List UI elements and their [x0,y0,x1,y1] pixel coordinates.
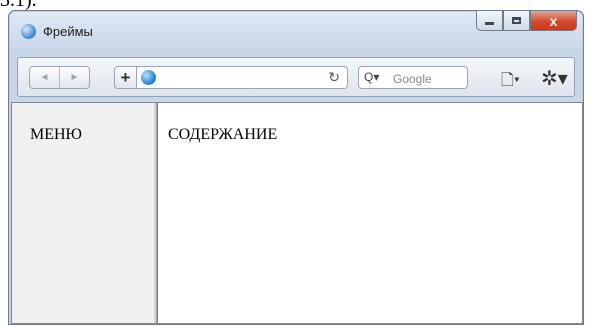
title-bar[interactable]: Фреймы x [9,11,583,51]
browser-toolbar: ◄ ► + ↻ Q▾ 🗋▾ ✲▾ [17,57,575,97]
close-button[interactable]: x [530,11,577,31]
add-bookmark-button[interactable]: + [114,66,137,89]
back-arrow-icon: ◄ [39,72,50,83]
globe-icon [141,70,156,85]
forward-button[interactable]: ► [59,67,89,88]
window-title: Фреймы [43,24,93,39]
menu-frame: МЕНЮ [12,103,152,323]
page-content: МЕНЮ СОДЕРЖАНИЕ [11,102,583,324]
back-button[interactable]: ◄ [30,67,59,88]
menu-frame-text: МЕНЮ [30,126,82,143]
page-menu-icon[interactable]: 🗋▾ [501,69,520,96]
browser-app-icon [21,24,36,39]
content-frame: СОДЕРЖАНИЕ [158,103,582,323]
browser-window: Фреймы x ◄ ► + ↻ Q▾ Google 🗋▾ ✲▾ МЕНЮ СО… [8,10,584,325]
gear-icon[interactable]: ✲▾ [541,66,568,91]
search-box[interactable]: Q▾ [358,66,468,89]
content-frame-text: СОДЕРЖАНИЕ [168,126,278,143]
forward-arrow-icon: ► [69,72,80,83]
plus-icon: + [120,67,131,87]
search-icon[interactable]: Q▾ [364,70,379,84]
minimize-button[interactable] [476,11,503,31]
address-bar[interactable]: ↻ [137,66,348,89]
navigation-buttons: ◄ ► [29,66,90,89]
maximize-icon [512,17,521,24]
search-input[interactable] [391,69,467,88]
address-input[interactable] [161,69,315,88]
reload-icon[interactable]: ↻ [328,69,340,86]
minimize-icon [485,22,494,25]
window-controls: x [476,11,577,33]
close-icon: x [549,12,558,29]
maximize-button[interactable] [503,11,530,31]
